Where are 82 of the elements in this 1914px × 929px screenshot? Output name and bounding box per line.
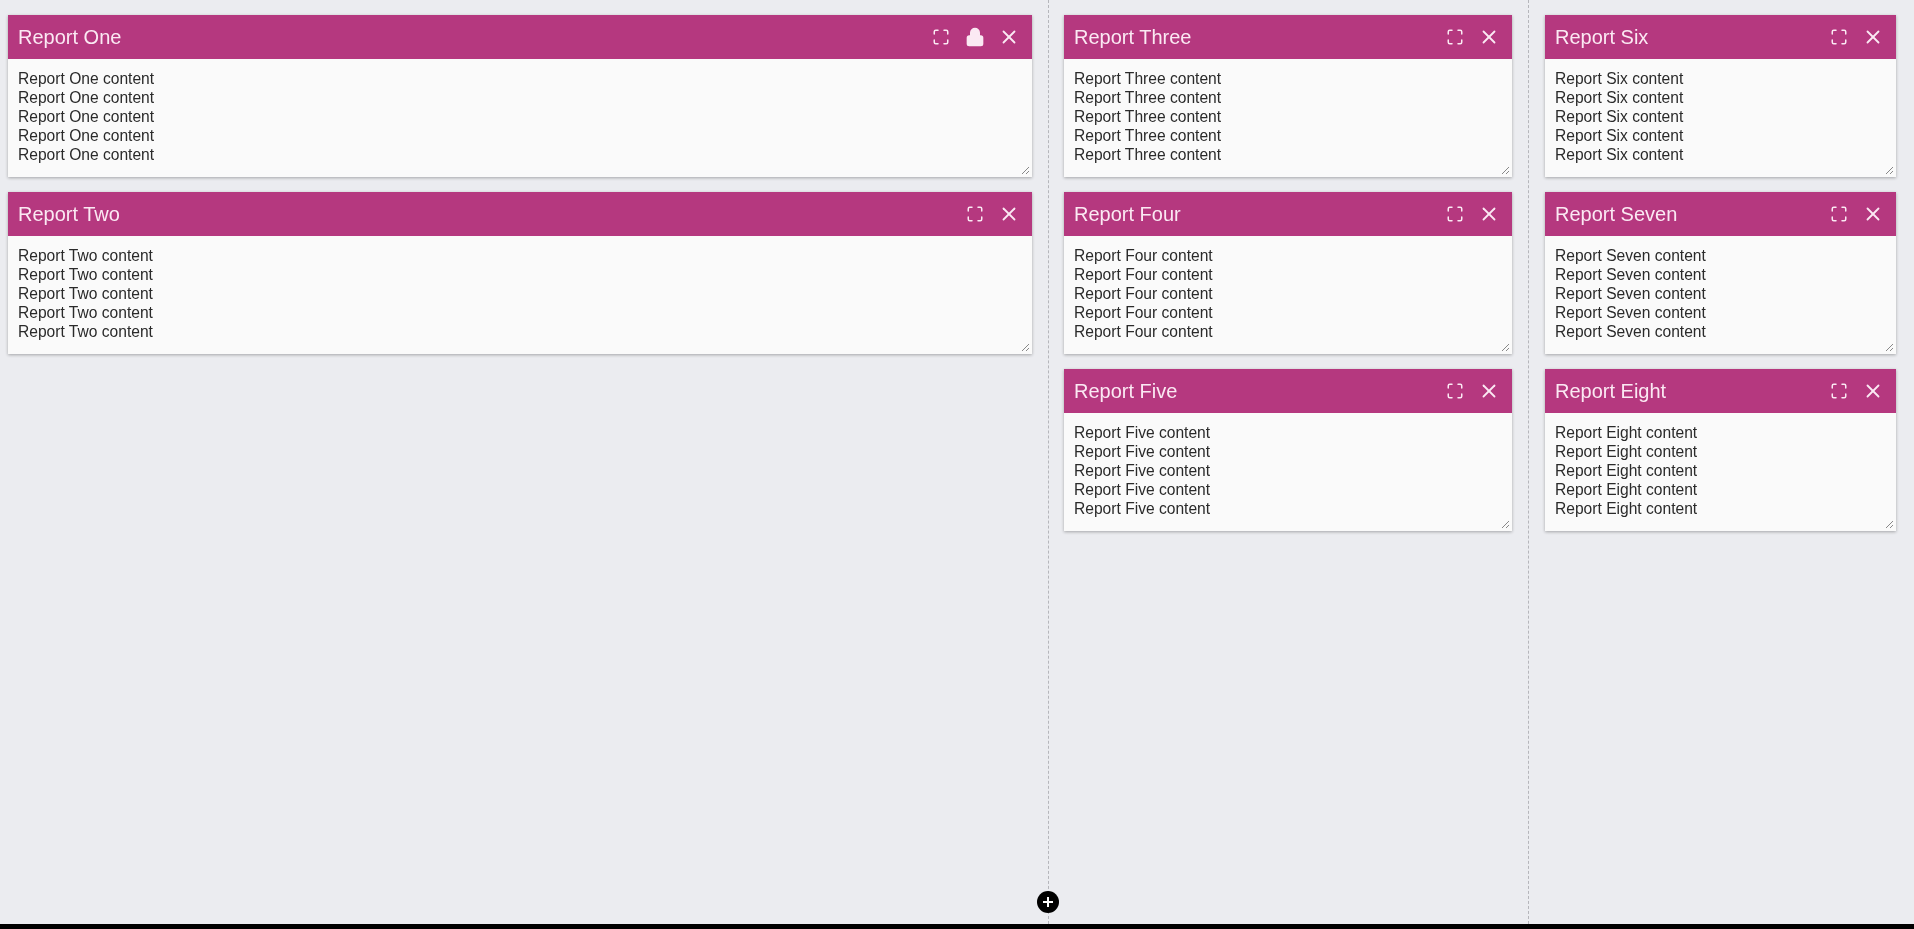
card-header[interactable]: Report Seven (1545, 192, 1896, 236)
card-title: Report One (18, 25, 123, 49)
card-body[interactable]: Report Two content Report Two content Report Two content Report Two content Report Two content (8, 236, 1032, 354)
resize-grip-icon[interactable] (1885, 520, 1894, 529)
card-title: Report Five (1074, 379, 1179, 403)
content-line: Report Seven content (1555, 246, 1706, 265)
card-header[interactable]: Report Five (1064, 369, 1512, 413)
content-line: Report Five content (1074, 499, 1211, 518)
content-line: Report Six content (1555, 69, 1684, 88)
content-line: Report Three content (1074, 69, 1222, 88)
fullscreen-icon[interactable] (966, 205, 984, 223)
content-line: Report Four content (1074, 246, 1213, 265)
content-line: Report Eight content (1555, 499, 1698, 518)
card-title: Report Two (18, 202, 121, 226)
content-line: Report Four content (1074, 303, 1213, 322)
content-line: Report Five content (1074, 480, 1211, 499)
card-header[interactable]: Report Three (1064, 15, 1512, 59)
content-line: Report One content (18, 145, 155, 164)
content-line: Report Five content (1074, 423, 1211, 442)
card-title: Report Eight (1555, 379, 1668, 403)
content-line: Report Eight content (1555, 423, 1698, 442)
content-line: Report Two content (18, 284, 153, 303)
card-body[interactable]: Report Four content Report Four content Report Four content Report Four content Report Four content (1064, 236, 1512, 354)
content-line: Report Six content (1555, 126, 1684, 145)
add-icon[interactable] (1037, 891, 1059, 913)
fullscreen-icon[interactable] (1830, 205, 1848, 223)
content-line: Report Eight content (1555, 461, 1698, 480)
card-body[interactable]: Report One content Report One content Report One content Report One content Report One content (8, 59, 1032, 177)
content-line: Report Eight content (1555, 480, 1698, 499)
card-title: Report Seven (1555, 202, 1679, 226)
card-header[interactable]: Report Six (1545, 15, 1896, 59)
content-line: Report Seven content (1555, 303, 1706, 322)
content-line: Report Seven content (1555, 284, 1706, 303)
card-header[interactable]: Report One (8, 15, 1032, 59)
content-line: Report Six content (1555, 107, 1684, 126)
content-line: Report One content (18, 126, 155, 145)
card-body[interactable]: Report Seven content Report Seven content Report Seven content Report Seven content Report Seven content (1545, 236, 1896, 354)
content-line: Report Eight content (1555, 442, 1698, 461)
content-line: Report Two content (18, 265, 153, 284)
content-line: Report Three content (1074, 88, 1222, 107)
content-line: Report Three content (1074, 126, 1222, 145)
content-line: Report Two content (18, 246, 153, 265)
content-line: Report Five content (1074, 442, 1211, 461)
lock-icon[interactable] (965, 27, 985, 47)
content-line: Report Six content (1555, 88, 1684, 107)
card-body[interactable]: Report Three content Report Three content Report Three content Report Three content Report Three content (1064, 59, 1512, 177)
content-line: Report Six content (1555, 145, 1684, 164)
content-line: Report One content (18, 107, 155, 126)
resize-grip-icon[interactable] (1021, 166, 1030, 175)
card-body[interactable]: Report Six content Report Six content Report Six content Report Six content Report Six content (1545, 59, 1896, 177)
content-line: Report One content (18, 69, 155, 88)
content-line: Report Four content (1074, 322, 1213, 341)
resize-grip-icon[interactable] (1885, 343, 1894, 352)
content-line: Report Two content (18, 303, 153, 322)
fullscreen-icon[interactable] (1446, 382, 1464, 400)
fullscreen-icon[interactable] (1830, 382, 1848, 400)
resize-grip-icon[interactable] (1501, 520, 1510, 529)
card-header[interactable]: Report Four (1064, 192, 1512, 236)
card-body[interactable]: Report Eight content Report Eight content Report Eight content Report Eight content Report Eight content (1545, 413, 1896, 531)
card-title: Report Four (1074, 202, 1182, 226)
content-line: Report Two content (18, 322, 153, 341)
resize-grip-icon[interactable] (1885, 166, 1894, 175)
fullscreen-icon[interactable] (1830, 28, 1848, 46)
content-line: Report Seven content (1555, 322, 1706, 341)
resize-grip-icon[interactable] (1501, 166, 1510, 175)
content-line: Report Three content (1074, 107, 1222, 126)
content-line: Report Three content (1074, 145, 1222, 164)
resize-grip-icon[interactable] (1021, 343, 1030, 352)
card-header[interactable]: Report Eight (1545, 369, 1896, 413)
content-line: Report Seven content (1555, 265, 1706, 284)
card-title: Report Six (1555, 25, 1650, 49)
card-body[interactable]: Report Five content Report Five content Report Five content Report Five content Report Five content (1064, 413, 1512, 531)
card-title: Report Three (1074, 25, 1193, 49)
content-line: Report Five content (1074, 461, 1211, 480)
fullscreen-icon[interactable] (932, 28, 950, 46)
content-line: Report One content (18, 88, 155, 107)
fullscreen-icon[interactable] (1446, 28, 1464, 46)
fullscreen-icon[interactable] (1446, 205, 1464, 223)
content-line: Report Four content (1074, 265, 1213, 284)
content-line: Report Four content (1074, 284, 1213, 303)
card-header[interactable]: Report Two (8, 192, 1032, 236)
resize-grip-icon[interactable] (1501, 343, 1510, 352)
